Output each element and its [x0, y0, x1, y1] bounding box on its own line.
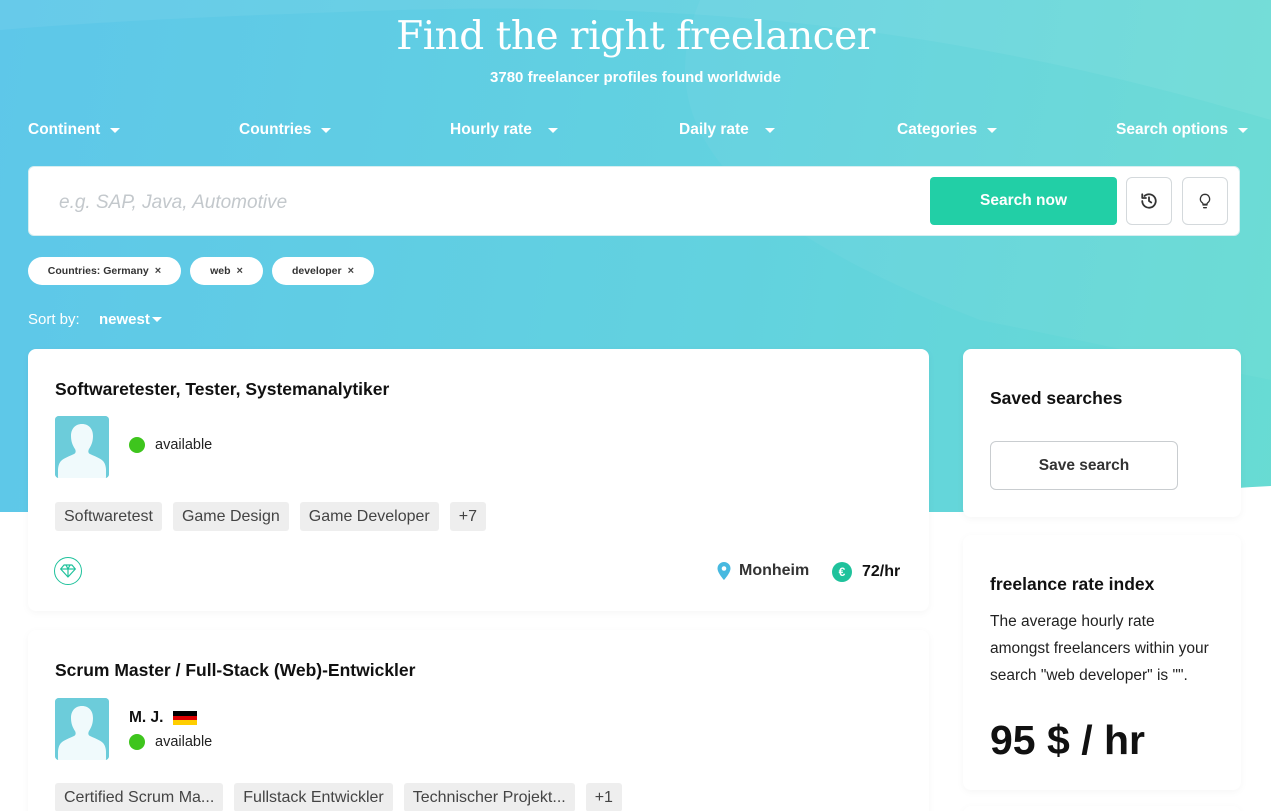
- result-card[interactable]: Scrum Master / Full-Stack (Web)-Entwickl…: [28, 630, 929, 811]
- freelancer-name: M. J.: [129, 709, 164, 726]
- euro-icon: €: [832, 562, 852, 582]
- chip-label: Countries: Germany: [47, 265, 149, 277]
- sort-value: newest: [99, 311, 150, 328]
- rate-index-value: 95 $ / hr: [990, 717, 1145, 763]
- availability-status: available: [129, 734, 212, 750]
- result-card[interactable]: Softwaretester, Tester, Systemanalytiker…: [28, 349, 929, 611]
- filter-bar: Continent Countries Hourly rate Daily ra…: [0, 121, 1271, 143]
- user-silhouette-icon: [55, 416, 109, 478]
- user-silhouette-icon: [55, 698, 109, 760]
- hourly-rate: € 72/hr: [832, 562, 900, 582]
- status-text: available: [155, 734, 213, 750]
- freelancer-name-row: M. J.: [129, 709, 198, 727]
- avatar: [55, 698, 109, 760]
- rate-text: 72/hr: [862, 563, 901, 580]
- save-search-button[interactable]: Save search: [990, 441, 1178, 490]
- skill-tag[interactable]: Technischer Projekt...: [403, 783, 575, 811]
- diamond-badge: [54, 557, 82, 585]
- filter-search-options[interactable]: Search options: [1116, 121, 1248, 139]
- caret-down-icon: [151, 317, 162, 322]
- remove-icon[interactable]: ×: [236, 265, 242, 277]
- rate-index-title: freelance rate index: [990, 574, 1155, 594]
- caret-down-icon: [987, 127, 998, 133]
- search-input[interactable]: [57, 185, 921, 221]
- filter-label: Continent: [28, 121, 101, 138]
- search-box: Search now: [28, 166, 1240, 236]
- filter-label: Hourly rate: [450, 121, 532, 138]
- search-tips-button[interactable]: [1182, 177, 1228, 225]
- saved-searches-title: Saved searches: [990, 388, 1123, 408]
- status-text: available: [155, 437, 213, 453]
- chip-label: web: [210, 265, 231, 277]
- rate-index-panel: freelance rate index The average hourly …: [963, 535, 1241, 790]
- filter-daily-rate[interactable]: Daily rate: [679, 121, 775, 139]
- caret-down-icon: [110, 127, 121, 133]
- caret-down-icon: [321, 127, 332, 133]
- search-history-button[interactable]: [1126, 177, 1172, 225]
- germany-flag-icon: [173, 711, 198, 726]
- diamond-icon: [60, 564, 76, 578]
- more-tags[interactable]: +7: [449, 502, 486, 531]
- status-dot: [129, 734, 145, 750]
- remove-icon[interactable]: ×: [155, 265, 161, 277]
- availability-status: available: [129, 437, 212, 453]
- result-title[interactable]: Scrum Master / Full-Stack (Web)-Entwickl…: [55, 660, 415, 681]
- skill-tags: Certified Scrum Ma... Fullstack Entwickl…: [55, 783, 622, 811]
- filter-label: Countries: [239, 121, 312, 138]
- chip-web[interactable]: web ×: [190, 257, 263, 285]
- result-title[interactable]: Softwaretester, Tester, Systemanalytiker: [55, 379, 389, 400]
- chip-countries-germany[interactable]: Countries: Germany ×: [28, 257, 181, 285]
- filter-categories[interactable]: Categories: [897, 121, 998, 139]
- skill-tag[interactable]: Game Design: [172, 502, 289, 531]
- skill-tag[interactable]: Game Developer: [299, 502, 439, 531]
- caret-down-icon: [547, 127, 558, 133]
- filter-hourly-rate[interactable]: Hourly rate: [450, 121, 558, 139]
- sort-label: Sort by:: [28, 311, 80, 328]
- page-title: Find the right freelancer: [396, 14, 875, 59]
- history-icon: [1141, 193, 1157, 209]
- saved-searches-panel: Saved searches Save search: [963, 349, 1241, 517]
- sort-dropdown[interactable]: newest: [99, 311, 162, 328]
- results-count: 3780 freelancer profiles found worldwide: [490, 69, 781, 86]
- filter-continent[interactable]: Continent: [28, 121, 121, 139]
- filter-label: Daily rate: [679, 121, 749, 138]
- rate-index-description: The average hourly rate amongst freelanc…: [990, 613, 1209, 684]
- chip-developer[interactable]: developer ×: [272, 257, 374, 285]
- filter-label: Categories: [897, 121, 978, 138]
- status-dot: [129, 437, 145, 453]
- location-text: Monheim: [739, 562, 810, 579]
- hero-section: Find the right freelancer 3780 freelance…: [0, 0, 1271, 811]
- skill-tag[interactable]: Fullstack Entwickler: [234, 783, 393, 811]
- filter-countries[interactable]: Countries: [239, 121, 332, 139]
- more-tags[interactable]: +1: [585, 783, 622, 811]
- avatar: [55, 416, 109, 478]
- location-pin-icon: [717, 562, 731, 580]
- caret-down-icon: [1237, 127, 1248, 133]
- skill-tags: Softwaretest Game Design Game Developer …: [55, 502, 486, 531]
- lightbulb-icon: [1199, 193, 1211, 209]
- location: Monheim: [717, 562, 809, 580]
- filter-label: Search options: [1116, 121, 1228, 138]
- skill-tag[interactable]: Softwaretest: [55, 502, 162, 531]
- remove-icon[interactable]: ×: [348, 265, 354, 277]
- caret-down-icon: [764, 127, 775, 133]
- search-now-button[interactable]: Search now: [930, 177, 1117, 225]
- chip-label: developer: [291, 265, 342, 277]
- next-panel: [963, 806, 1241, 811]
- skill-tag[interactable]: Certified Scrum Ma...: [55, 783, 224, 811]
